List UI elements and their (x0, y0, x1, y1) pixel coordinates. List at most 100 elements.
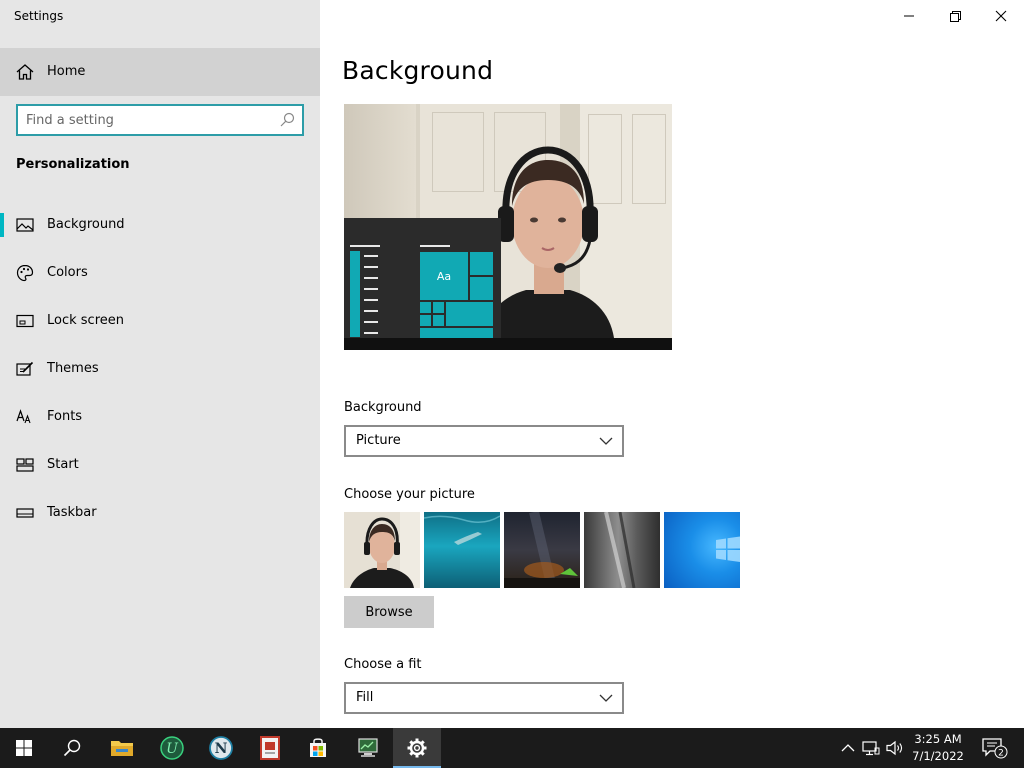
chevron-down-icon (599, 437, 613, 445)
desktop-preview: Aa (344, 104, 672, 350)
choose-picture-label: Choose your picture (344, 487, 475, 502)
background-type-dropdown[interactable]: Picture (344, 425, 624, 457)
person-thumbnail-image (344, 512, 420, 588)
app-title: Settings (14, 9, 64, 23)
network-icon[interactable] (861, 738, 881, 758)
picture-thumbnail-rock[interactable] (584, 512, 660, 588)
preview-line (364, 332, 378, 334)
windows-start-icon (16, 740, 32, 756)
folder-icon (111, 741, 133, 756)
sidebar-item-label: Themes (47, 361, 99, 376)
search-icon[interactable] (279, 112, 295, 128)
preview-tile (420, 315, 431, 326)
taskbar-icon (16, 508, 34, 518)
minimize-button[interactable] (886, 0, 932, 32)
sidebar-item-label: Taskbar (47, 505, 97, 520)
door-panel (632, 114, 666, 204)
preview-taskbar (344, 338, 672, 350)
lock-screen-icon (16, 314, 34, 328)
picture-thumbnail-night-sky[interactable] (504, 512, 580, 588)
monitor-app-icon (358, 738, 378, 757)
preview-line (350, 245, 380, 247)
preview-accent-tile: Aa (420, 252, 468, 300)
taskbar-app-n[interactable]: N (197, 728, 245, 768)
taskbar-microsoft-store[interactable] (294, 728, 342, 768)
restore-icon (950, 11, 961, 22)
taskbar-search-button[interactable] (48, 728, 96, 768)
background-type-label: Background (344, 400, 422, 415)
picture-thumbnail-underwater[interactable] (424, 512, 500, 588)
preview-line (364, 288, 378, 290)
taskbar-settings[interactable] (393, 728, 441, 768)
clock-date: 7/1/2022 (912, 749, 964, 763)
taskbar-app-monitor[interactable] (344, 728, 392, 768)
preview-line (364, 277, 378, 279)
sidebar-item-colors[interactable]: Colors (0, 249, 320, 297)
door-panel (432, 112, 484, 192)
sidebar-item-start[interactable]: Start (0, 441, 320, 489)
windows-logo-image (716, 536, 740, 562)
picture-thumbnail-person[interactable] (344, 512, 420, 588)
sidebar-item-fonts[interactable]: Fonts (0, 393, 320, 441)
restore-button[interactable] (932, 0, 978, 32)
taskbar-app-u[interactable]: U (148, 728, 196, 768)
n-app-icon: N (209, 736, 233, 760)
home-nav-item[interactable]: Home (0, 48, 320, 96)
svg-text:U: U (166, 741, 179, 757)
sidebar-item-label: Lock screen (47, 313, 124, 328)
search-input[interactable] (26, 111, 270, 129)
preview-tile (470, 277, 493, 300)
preview-tile (420, 302, 431, 313)
u-app-icon: U (160, 736, 184, 760)
picture-icon (16, 218, 34, 232)
sidebar-item-themes[interactable]: Themes (0, 345, 320, 393)
preview-start-menu-mock: Aa (344, 218, 501, 350)
volume-icon[interactable] (885, 738, 905, 758)
preview-tile (470, 252, 493, 275)
close-button[interactable] (978, 0, 1024, 32)
preview-line (364, 255, 378, 257)
underwater-swimmer-image (424, 515, 500, 545)
preview-tile (433, 315, 444, 326)
sidebar-item-label: Colors (47, 265, 88, 280)
taskbar-clock[interactable]: 3:25 AM 7/1/2022 (910, 731, 966, 765)
sidebar-item-lock-screen[interactable]: Lock screen (0, 297, 320, 345)
fit-value: Fill (356, 690, 374, 705)
gear-icon (407, 738, 427, 758)
search-icon (63, 739, 81, 757)
sidebar-item-label: Background (47, 217, 125, 232)
browse-button[interactable]: Browse (344, 596, 434, 628)
settings-sidebar: Settings Home Personalization Background (0, 0, 320, 728)
home-label: Home (47, 64, 86, 79)
picture-thumbnail-windows[interactable] (664, 512, 740, 588)
show-hidden-icons-chevron-icon[interactable] (838, 738, 858, 758)
document-app-icon (260, 736, 280, 760)
taskbar-app-document[interactable] (246, 728, 294, 768)
preview-line (364, 310, 378, 312)
background-type-value: Picture (356, 433, 401, 448)
page-title: Background (342, 56, 494, 85)
sidebar-item-taskbar[interactable]: Taskbar (0, 489, 320, 537)
personalization-nav: Background Colors Lock screen Themes Fon… (0, 201, 320, 537)
home-icon (16, 64, 34, 80)
taskbar: U N 3:25 AM 7/1/2022 2 (0, 728, 1024, 768)
person-with-headset-image (482, 146, 614, 338)
preview-line (420, 245, 450, 247)
action-center-icon[interactable]: 2 (980, 736, 1008, 760)
night-sky-tent-image (504, 512, 580, 588)
close-icon (995, 10, 1007, 22)
fonts-icon (16, 409, 31, 424)
taskbar-file-explorer[interactable] (98, 728, 146, 768)
rock-cliff-image (604, 512, 636, 588)
minimize-icon (904, 15, 914, 17)
find-setting-search-box[interactable] (16, 104, 304, 136)
fit-dropdown[interactable]: Fill (344, 682, 624, 714)
preview-tile (446, 302, 493, 326)
choose-fit-label: Choose a fit (344, 657, 422, 672)
clock-time: 3:25 AM (914, 732, 962, 746)
start-button[interactable] (0, 728, 48, 768)
preview-tile-column (350, 251, 360, 337)
preview-line (364, 321, 378, 323)
sidebar-item-background[interactable]: Background (0, 201, 320, 249)
start-layout-icon (16, 458, 34, 472)
